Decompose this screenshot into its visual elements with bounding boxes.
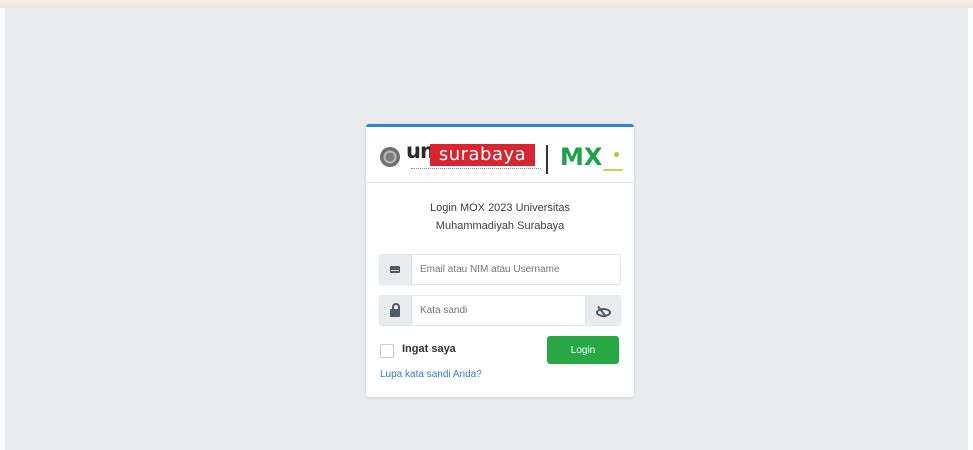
- remember-checkbox[interactable]: [380, 344, 394, 358]
- eye-slash-icon: [594, 305, 611, 317]
- forgot-password-link[interactable]: Lupa kata sandi Anda?: [380, 369, 482, 380]
- mx-logo-text: MX: [560, 143, 603, 171]
- password-icon-box: [380, 296, 412, 325]
- password-input[interactable]: [420, 304, 580, 317]
- surabaya-logo-text: surabaya: [430, 144, 535, 166]
- login-form: Login MOX 2023 Universitas Muhammadiyah …: [366, 183, 634, 395]
- email-input[interactable]: [420, 263, 580, 276]
- login-card: um surabaya MX Login MOX 2023 Universita…: [366, 124, 634, 397]
- login-button[interactable]: Login: [547, 336, 619, 364]
- login-title: Login MOX 2023 Universitas Muhammadiyah …: [366, 199, 634, 235]
- logo-header: um surabaya MX: [366, 127, 634, 183]
- remember-label[interactable]: Ingat saya: [402, 343, 456, 355]
- mx-logo-mark: [603, 169, 623, 171]
- mx-logo: MX: [560, 143, 602, 171]
- lock-icon-body: [390, 309, 400, 317]
- mx-logo-dot: [614, 152, 619, 157]
- envelope-icon: [390, 266, 400, 273]
- logo-divider: [546, 145, 548, 174]
- email-input-group: [379, 254, 621, 285]
- university-seal-icon: [380, 147, 400, 167]
- toggle-password-button[interactable]: [585, 296, 620, 325]
- email-icon-box: [380, 255, 412, 284]
- password-input-group: [379, 295, 621, 326]
- top-border: [0, 0, 973, 8]
- login-title-line-1: Login MOX 2023 Universitas: [429, 202, 570, 214]
- login-title-line-2: Muhammadiyah Surabaya: [435, 220, 565, 232]
- university-subtitle-mark: [411, 168, 541, 172]
